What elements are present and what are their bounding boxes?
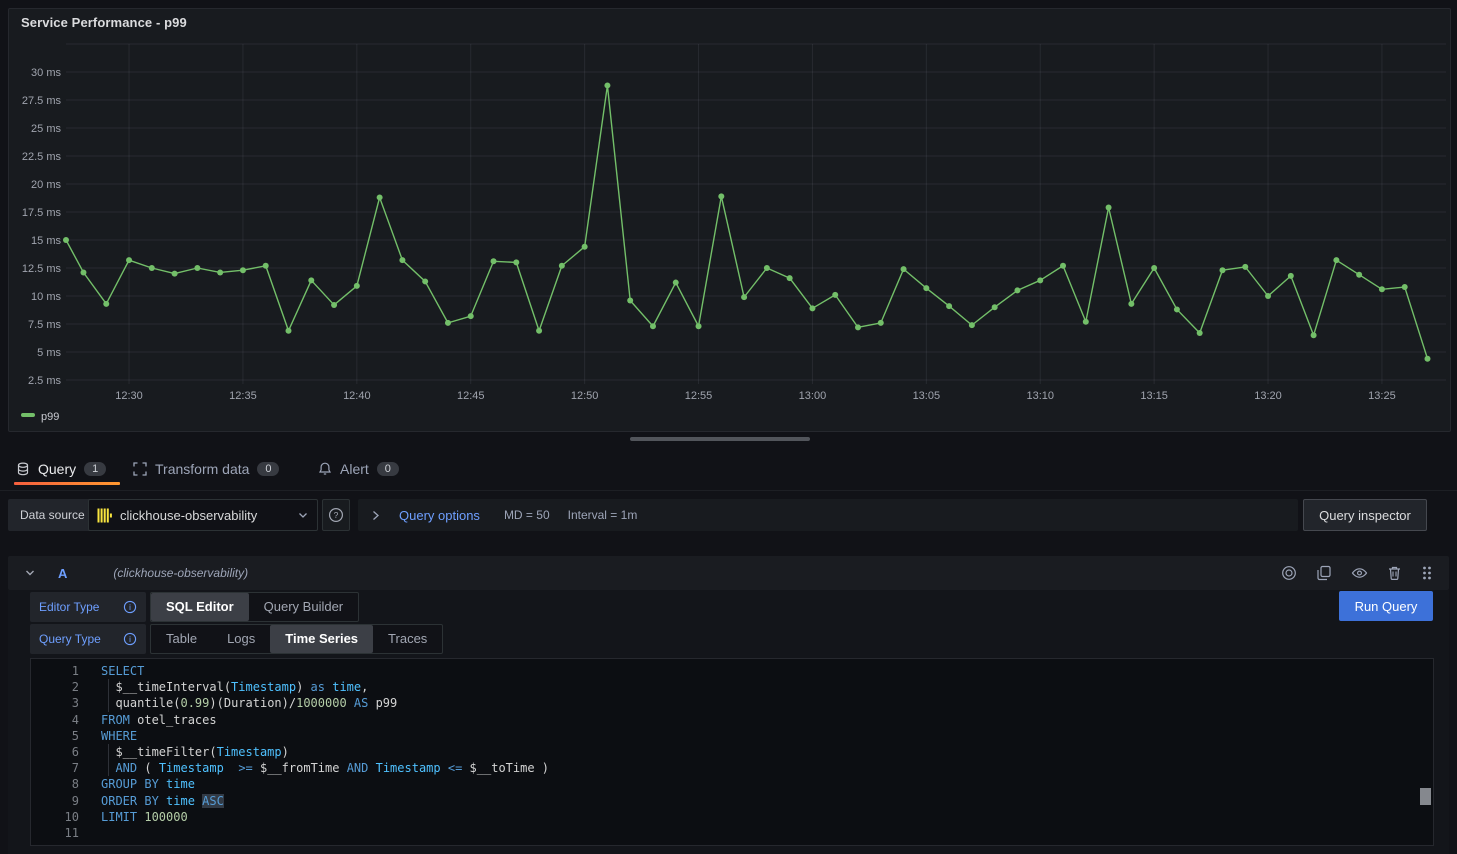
chevron-right-icon[interactable] <box>370 510 381 521</box>
editor-type-option-query-builder[interactable]: Query Builder <box>249 593 358 621</box>
code-line: 5WHERE <box>31 728 1433 744</box>
query-inspector-button[interactable]: Query inspector <box>1303 499 1427 531</box>
help-circle-icon: ? <box>328 507 344 523</box>
code-line: 9ORDER BY time ASC <box>31 793 1433 809</box>
max-data-points-value: MD = 50 <box>504 508 550 522</box>
code-line: 10LIMIT 100000 <box>31 809 1433 825</box>
svg-text:10 ms: 10 ms <box>31 291 61 303</box>
chart-panel: Service Performance - p99 30 ms27.5 ms25… <box>8 8 1451 432</box>
svg-text:13:15: 13:15 <box>1140 390 1168 402</box>
sql-code: 1SELECT2 $__timeInterval(Timestamp) as t… <box>31 663 1433 841</box>
datasource-help-button[interactable]: ? <box>322 499 350 531</box>
svg-text:13:10: 13:10 <box>1026 390 1054 402</box>
transform-icon <box>133 462 147 476</box>
svg-text:13:25: 13:25 <box>1368 390 1396 402</box>
tab-alert[interactable]: Alert 0 <box>318 452 399 486</box>
tab-transform-label: Transform data <box>155 461 249 477</box>
tab-query-label: Query <box>38 461 76 477</box>
timeseries-chart[interactable]: 30 ms 27.5 ms 25 ms 22.5 ms 20 ms 17.5 ms 15 m… <box>9 9 1448 429</box>
query-type-option-traces[interactable]: Traces <box>373 625 442 653</box>
code-line: 6 $__timeFilter(Timestamp) <box>31 744 1433 760</box>
svg-text:i: i <box>129 635 131 644</box>
svg-text:15 ms: 15 ms <box>31 235 61 247</box>
svg-text:30 ms: 30 ms <box>31 67 61 79</box>
svg-text:?: ? <box>334 510 339 520</box>
code-line: 7 AND ( Timestamp >= $__fromTime AND Tim… <box>31 760 1433 776</box>
svg-text:12:45: 12:45 <box>457 390 485 402</box>
hide-response-icon[interactable] <box>1351 565 1368 581</box>
tab-transform-count: 0 <box>257 462 279 476</box>
drag-handle-icon[interactable] <box>1421 565 1433 581</box>
run-query-button[interactable]: Run Query <box>1339 591 1433 621</box>
interval-value: Interval = 1m <box>568 508 638 522</box>
svg-text:13:05: 13:05 <box>913 390 941 402</box>
svg-text:12:55: 12:55 <box>685 390 713 402</box>
bell-icon <box>318 462 332 476</box>
svg-text:17.5 ms: 17.5 ms <box>22 207 62 219</box>
clickhouse-logo-icon <box>97 508 112 523</box>
query-type-option-time-series[interactable]: Time Series <box>270 625 373 653</box>
svg-text:12:40: 12:40 <box>343 390 371 402</box>
query-type-label: Query Type <box>39 632 101 646</box>
svg-text:p99: p99 <box>41 411 59 423</box>
overview-ruler-marker <box>1420 788 1431 805</box>
svg-text:12:30: 12:30 <box>115 390 143 402</box>
tab-query-count: 1 <box>84 462 106 476</box>
query-row-header[interactable]: A (clickhouse-observability) <box>8 556 1449 590</box>
record-icon[interactable] <box>1281 565 1297 581</box>
database-icon <box>16 462 30 476</box>
svg-text:27.5 ms: 27.5 ms <box>22 95 62 107</box>
delete-query-icon[interactable] <box>1387 565 1402 581</box>
editor-type-group: SQL EditorQuery Builder <box>150 592 359 622</box>
svg-text:12.5 ms: 12.5 ms <box>22 263 62 275</box>
datasource-label: Data source <box>8 499 97 531</box>
query-ref-id: A <box>58 566 67 581</box>
code-line: 4FROM otel_traces <box>31 712 1433 728</box>
collapse-row-icon[interactable] <box>24 567 36 579</box>
query-type-option-logs[interactable]: Logs <box>212 625 270 653</box>
svg-text:12:35: 12:35 <box>229 390 257 402</box>
code-line: 8GROUP BY time <box>31 776 1433 792</box>
tab-alert-label: Alert <box>340 461 369 477</box>
svg-text:2.5 ms: 2.5 ms <box>28 375 62 387</box>
code-line: 1SELECT <box>31 663 1433 679</box>
svg-text:13:00: 13:00 <box>799 390 827 402</box>
query-options-bar: Query options MD = 50 Interval = 1m <box>358 499 1298 531</box>
query-datasource-hint: (clickhouse-observability) <box>113 566 248 580</box>
query-type-group: TableLogsTime SeriesTraces <box>150 624 443 654</box>
svg-text:13:20: 13:20 <box>1254 390 1282 402</box>
editor-type-field: Editor Type i <box>30 592 146 622</box>
active-tab-underline <box>14 482 120 485</box>
svg-text:5 ms: 5 ms <box>37 347 61 359</box>
code-line: 2 $__timeInterval(Timestamp) as time, <box>31 679 1433 695</box>
datasource-picker[interactable]: clickhouse-observability <box>88 499 318 531</box>
query-type-field: Query Type i <box>30 624 146 654</box>
info-circle-icon: i <box>123 632 137 646</box>
info-circle-icon: i <box>123 600 137 614</box>
code-line: 11 <box>31 825 1433 841</box>
tab-query[interactable]: Query 1 <box>16 452 106 486</box>
tab-transform-data[interactable]: Transform data 0 <box>133 452 279 486</box>
tabs-bar: Query 1 Transform data 0 Alert 0 <box>0 452 1457 491</box>
svg-text:i: i <box>129 603 131 612</box>
svg-text:25 ms: 25 ms <box>31 123 61 135</box>
svg-text:7.5 ms: 7.5 ms <box>28 319 62 331</box>
code-line: 3 quantile(0.99)(Duration)/1000000 AS p9… <box>31 695 1433 711</box>
editor-type-option-sql-editor[interactable]: SQL Editor <box>151 593 249 621</box>
editor-type-label: Editor Type <box>39 600 99 614</box>
tab-alert-count: 0 <box>377 462 399 476</box>
sql-editor[interactable]: 1SELECT2 $__timeInterval(Timestamp) as t… <box>30 658 1434 846</box>
panel-resize-handle[interactable] <box>630 437 810 441</box>
chevron-down-icon <box>297 509 309 521</box>
duplicate-query-icon[interactable] <box>1316 565 1332 581</box>
svg-text:22.5 ms: 22.5 ms <box>22 151 62 163</box>
svg-text:12:50: 12:50 <box>571 390 599 402</box>
svg-text:20 ms: 20 ms <box>31 179 61 191</box>
query-type-option-table[interactable]: Table <box>151 625 212 653</box>
query-options-link[interactable]: Query options <box>399 508 480 523</box>
datasource-name: clickhouse-observability <box>120 508 257 523</box>
